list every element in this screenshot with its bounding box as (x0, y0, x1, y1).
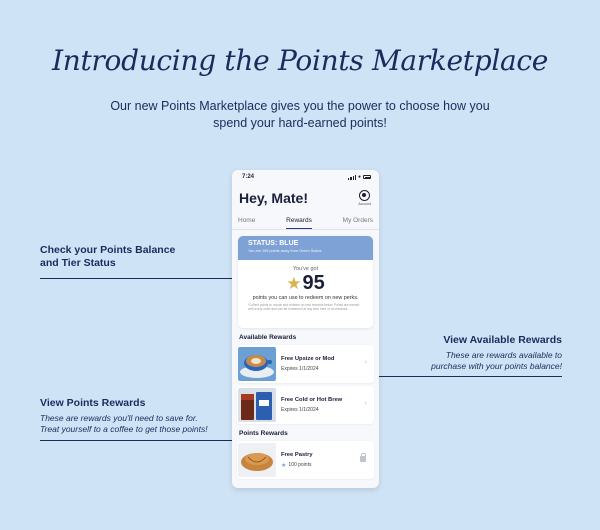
coffee-cup-image (238, 347, 276, 381)
greeting-row: Hey, Mate! Account (232, 184, 379, 214)
callout-available: View Available Rewards These are rewards… (420, 334, 562, 372)
chevron-right-icon: › (364, 359, 367, 366)
reward-expiry: Expires 1/1/2024 (281, 407, 319, 413)
account-label: Account (358, 202, 371, 206)
battery-icon (363, 175, 371, 179)
wifi-icon: ● (357, 174, 361, 180)
greeting-title: Hey, Mate! (239, 190, 308, 206)
status-header: STATUS: BLUE You are 105 points away fro… (238, 236, 373, 260)
points-balance: You've got ★ 95 points you can use to re… (238, 260, 373, 328)
page-subhead: Our new Points Marketplace gives you the… (110, 99, 490, 130)
reward-item-upsize[interactable]: Free Upsize or Mod Expires 1/1/2024 › (237, 345, 374, 383)
callout-available-line (352, 376, 562, 377)
status-bar: 7:24 ● (232, 170, 379, 184)
fine-print: *Collect points to unlock and redeem on … (248, 303, 360, 312)
tab-rewards[interactable]: Rewards (286, 214, 312, 229)
status-title: STATUS: BLUE (248, 240, 299, 247)
callout-available-desc: These are rewards available to purchase … (431, 350, 562, 371)
lock-icon (360, 453, 366, 462)
callout-balance-title: Check your Points Balance and Tier Statu… (40, 244, 176, 269)
points-row: ★ 95 (238, 272, 373, 294)
callout-available-title: View Available Rewards (443, 334, 562, 346)
star-icon: ★ (281, 462, 287, 469)
account-icon (359, 190, 371, 201)
status-icons: ● (348, 174, 371, 180)
reward-name: Free Pastry (281, 451, 313, 458)
cold-brew-image (238, 388, 276, 422)
croissant-image (238, 443, 276, 477)
account-button[interactable]: Account (358, 190, 371, 206)
callout-balance: Check your Points Balance and Tier Statu… (40, 244, 180, 270)
star-icon: ★ (286, 273, 302, 293)
reward-item-brew[interactable]: Free Cold or Hot Brew Expires 1/1/2024 › (237, 386, 374, 424)
signal-icon (348, 174, 356, 180)
reward-name: Free Cold or Hot Brew (281, 397, 343, 403)
tab-my-orders[interactable]: My Orders (343, 214, 373, 229)
tab-home[interactable]: Home (238, 214, 255, 229)
status-time: 7:24 (242, 174, 255, 180)
callout-points-rewards-line (40, 440, 250, 441)
points-rewards-heading: Points Rewards (239, 430, 288, 437)
points-value: 95 (302, 271, 325, 294)
redeem-text: points you can use to redeem on new perk… (252, 295, 359, 301)
chevron-right-icon: › (364, 400, 367, 407)
callout-points-rewards: View Points Rewards These are rewards yo… (40, 397, 218, 435)
tab-bar: Home Rewards My Orders (232, 214, 379, 230)
callout-points-rewards-desc: These are rewards you'll need to save fo… (40, 413, 208, 434)
status-subtitle: You are 105 points away from Green Statu… (248, 249, 322, 253)
reward-item-pastry[interactable]: Free Pastry ★ 100 points (237, 441, 374, 479)
callout-points-rewards-title: View Points Rewards (40, 397, 146, 409)
reward-cost-value: 100 points (288, 462, 312, 468)
reward-expiry: Expires 1/1/2024 (281, 366, 319, 372)
reward-name: Free Upsize or Mod (281, 356, 335, 362)
available-rewards-heading: Available Rewards (239, 334, 297, 341)
status-card: STATUS: BLUE You are 105 points away fro… (238, 236, 373, 328)
page-headline: Introducing the Points Marketplace (51, 44, 549, 77)
phone-screen: 7:24 ● Hey, Mate! Account Home Rewards M… (232, 170, 379, 488)
reward-cost: ★ 100 points (281, 462, 313, 469)
